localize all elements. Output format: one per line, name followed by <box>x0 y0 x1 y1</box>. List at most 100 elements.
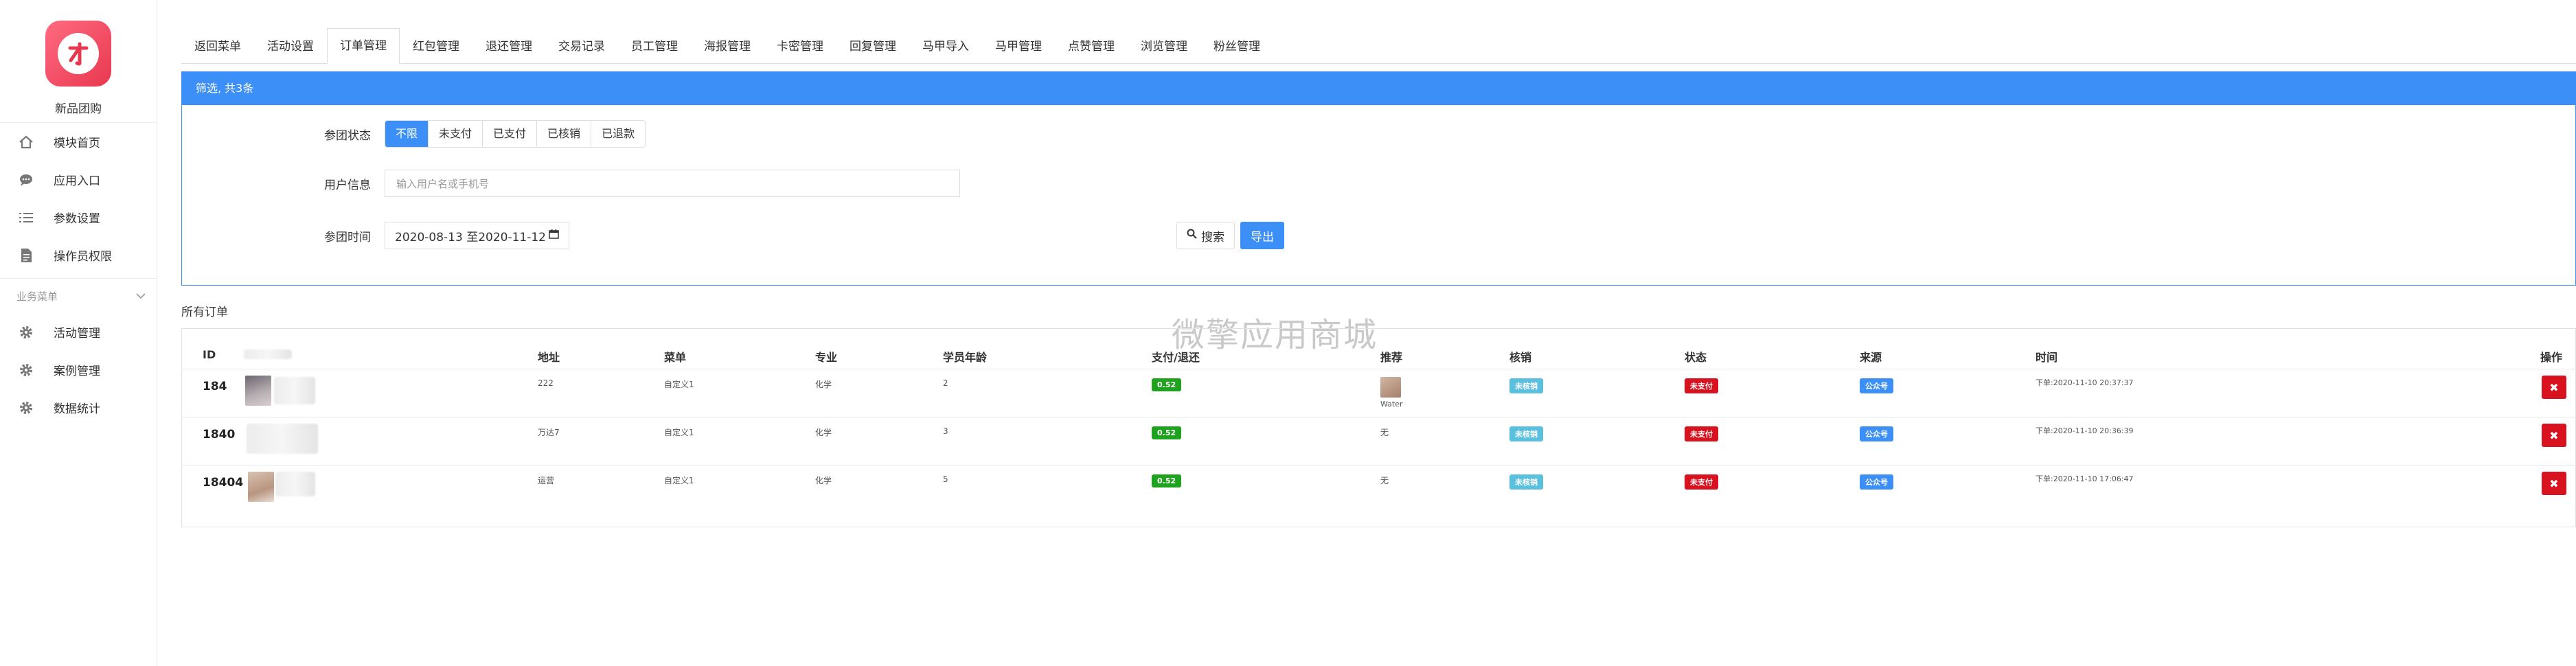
column-header-age: 学员年龄 <box>943 351 988 364</box>
date-range-picker[interactable]: 2020-08-13 至2020-11-12 <box>385 222 569 249</box>
gear-icon <box>16 398 36 417</box>
payment-badge: 0.52 <box>1152 474 1182 487</box>
redacted-user-info <box>274 377 315 404</box>
order-age: 2 <box>943 378 948 388</box>
brand: 新品团购 <box>0 0 157 123</box>
order-age: 5 <box>943 474 948 484</box>
sidebar-item-label: 数据统计 <box>54 402 100 416</box>
order-address: 222 <box>538 378 554 388</box>
tab-like-manage[interactable]: 点赞管理 <box>1055 29 1128 64</box>
search-button[interactable]: 搜索 <box>1176 222 1235 249</box>
status-badge: 未支付 <box>1685 378 1718 393</box>
order-major: 化学 <box>815 428 832 437</box>
filter-panel: 筛选, 共3条 参团状态 不限 未支付 已支付 已核销 已退款 用户信息 输入用… <box>181 71 2576 286</box>
chat-icon <box>16 170 36 190</box>
brand-name: 新品团购 <box>55 102 102 116</box>
calendar-icon <box>549 229 559 242</box>
row-divider <box>182 465 2575 466</box>
gear-icon <box>16 360 36 380</box>
status-option-unpaid[interactable]: 未支付 <box>428 121 483 147</box>
sidebar-item-home[interactable]: 模块首页 <box>0 123 157 161</box>
column-header-source: 来源 <box>1860 351 1882 364</box>
close-icon: ✖ <box>2549 476 2559 490</box>
sidebar-item-permissions[interactable]: 操作员权限 <box>0 236 157 274</box>
recommender-name: Water <box>1380 400 1403 409</box>
close-icon: ✖ <box>2549 380 2559 394</box>
status-option-refunded[interactable]: 已退款 <box>591 121 646 147</box>
order-id: 184 <box>203 380 227 393</box>
sidebar-item-settings[interactable]: 参数设置 <box>0 198 157 236</box>
order-menu: 自定义1 <box>664 476 694 485</box>
tab-refund-manage[interactable]: 退还管理 <box>472 29 545 64</box>
search-icon <box>1187 229 1197 242</box>
status-badge: 未支付 <box>1685 426 1718 441</box>
status-badge: 未支付 <box>1685 474 1718 490</box>
orders-table: ID 地址 菜单 专业 学员年龄 支付/退还 推荐 核销 状态 来源 时间 操作… <box>181 328 2576 527</box>
column-header-major: 专业 <box>815 351 838 364</box>
logo-mark-icon <box>58 33 99 74</box>
order-menu: 自定义1 <box>664 380 694 389</box>
order-id: 1840 <box>203 428 236 441</box>
delete-button[interactable]: ✖ <box>2542 376 2566 399</box>
orders-title: 所有订单 <box>181 306 228 319</box>
sidebar-section-business[interactable]: 业务菜单 <box>0 278 157 313</box>
sidebar: 新品团购 模块首页 应用入口 参数设置 操作员权限 业务菜单 活动管理 案例管理… <box>0 0 157 666</box>
sidebar-item-activity-manage[interactable]: 活动管理 <box>0 313 157 351</box>
tab-view-manage[interactable]: 浏览管理 <box>1128 29 1200 64</box>
user-avatar <box>248 472 274 502</box>
tab-back-menu[interactable]: 返回菜单 <box>181 29 254 64</box>
tab-order-manage[interactable]: 订单管理 <box>327 28 400 64</box>
order-major: 化学 <box>815 476 832 485</box>
user-label: 用户信息 <box>324 178 371 192</box>
tab-redpacket-manage[interactable]: 红包管理 <box>400 29 472 64</box>
tab-poster-manage[interactable]: 海报管理 <box>691 29 764 64</box>
tab-vest-import[interactable]: 马甲导入 <box>909 29 982 64</box>
tab-vest-manage[interactable]: 马甲管理 <box>982 29 1055 64</box>
time-label: 参团时间 <box>324 230 371 244</box>
tab-cardkey-manage[interactable]: 卡密管理 <box>764 29 836 64</box>
tab-activity-settings[interactable]: 活动设置 <box>254 29 327 64</box>
status-option-all[interactable]: 不限 <box>385 121 429 147</box>
sidebar-item-app-entry[interactable]: 应用入口 <box>0 161 157 198</box>
verify-badge: 未核销 <box>1509 426 1543 441</box>
source-badge: 公众号 <box>1860 426 1893 441</box>
export-button[interactable]: 导出 <box>1240 222 1284 249</box>
sidebar-item-case-manage[interactable]: 案例管理 <box>0 351 157 389</box>
section-label: 业务菜单 <box>16 290 58 303</box>
order-time: 下单:2020-11-10 17:06:47 <box>2036 474 2134 483</box>
verify-badge: 未核销 <box>1509 378 1543 393</box>
payment-badge: 0.52 <box>1152 426 1182 439</box>
status-option-verified[interactable]: 已核销 <box>536 121 591 147</box>
document-icon <box>16 246 36 265</box>
status-label: 参团状态 <box>324 128 371 143</box>
order-id: 18404 <box>203 476 244 490</box>
search-button-label: 搜索 <box>1201 230 1224 244</box>
user-filter-row: 用户信息 输入用户名或手机号 <box>182 170 960 197</box>
order-menu: 自定义1 <box>664 428 694 437</box>
column-header-status: 状态 <box>1685 351 1707 364</box>
sidebar-item-label: 案例管理 <box>54 365 100 378</box>
redacted-user-info <box>275 472 315 496</box>
recommender-name: 无 <box>1380 428 1389 437</box>
sidebar-item-label: 模块首页 <box>54 137 100 150</box>
column-header-payment: 支付/退还 <box>1152 351 1200 364</box>
order-time: 下单:2020-11-10 20:37:37 <box>2036 378 2134 387</box>
user-search-input[interactable]: 输入用户名或手机号 <box>385 170 960 197</box>
close-icon: ✖ <box>2549 428 2559 442</box>
delete-button[interactable]: ✖ <box>2542 424 2566 447</box>
tab-staff-manage[interactable]: 员工管理 <box>618 29 691 64</box>
column-header-address: 地址 <box>538 351 560 364</box>
tab-reply-manage[interactable]: 回复管理 <box>836 29 909 64</box>
status-option-paid[interactable]: 已支付 <box>482 121 537 147</box>
tab-transactions[interactable]: 交易记录 <box>545 29 618 64</box>
column-header-actions: 操作 <box>2540 351 2563 364</box>
app-logo[interactable] <box>45 21 111 87</box>
time-filter-row: 参团时间 2020-08-13 至2020-11-12 <box>182 222 569 249</box>
tab-fans-manage[interactable]: 粉丝管理 <box>1200 29 1273 64</box>
delete-button[interactable]: ✖ <box>2542 472 2566 495</box>
sidebar-item-label: 操作员权限 <box>54 250 112 264</box>
redacted-header <box>244 349 292 359</box>
sidebar-item-statistics[interactable]: 数据统计 <box>0 389 157 426</box>
redacted-user-info <box>247 424 318 454</box>
gear-icon <box>16 323 36 342</box>
